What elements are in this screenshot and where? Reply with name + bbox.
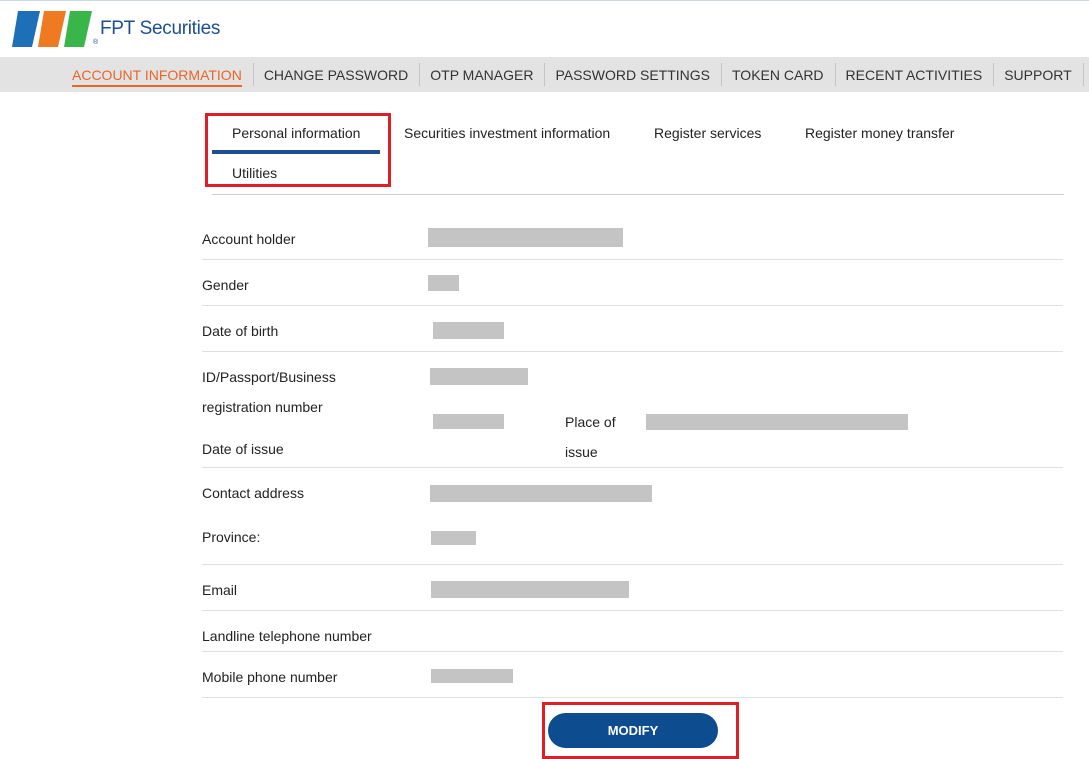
nav-item-recent-activities[interactable]: RECENT ACTIVITIES: [834, 57, 994, 92]
province-value-redacted: [431, 531, 476, 545]
label-place-of-issue-line2: issue: [565, 444, 598, 460]
label-province: Province:: [202, 529, 261, 545]
id-number-value-redacted: [430, 368, 528, 385]
account-holder-value-redacted: [428, 228, 623, 247]
tab-register-services[interactable]: Register services: [654, 125, 761, 141]
label-contact-address: Contact address: [202, 485, 304, 501]
modify-button[interactable]: MODIFY: [548, 713, 718, 748]
label-date-of-birth: Date of birth: [202, 323, 279, 339]
place-of-issue-value-redacted: [646, 414, 908, 430]
top-divider: [0, 0, 1089, 1]
tab-register-money-transfer[interactable]: Register money transfer: [805, 125, 954, 141]
gender-value-redacted: [428, 275, 459, 291]
row-divider: [202, 564, 1063, 565]
registered-mark: ®: [93, 39, 99, 46]
row-divider: [202, 259, 1063, 260]
top-navigation: ACCOUNT INFORMATION CHANGE PASSWORD OTP MA…: [0, 57, 1089, 92]
contact-address-value-redacted: [430, 485, 652, 502]
tab-utilities[interactable]: Utilities: [232, 165, 277, 181]
tab-personal-information[interactable]: Personal information: [232, 125, 360, 141]
row-divider: [202, 351, 1063, 352]
label-date-of-issue: Date of issue: [202, 441, 284, 457]
active-tab-indicator: [212, 150, 380, 154]
label-id-passport-line1: ID/Passport/Business: [202, 369, 336, 385]
row-divider: [202, 467, 1063, 468]
row-divider: [202, 651, 1063, 652]
label-mobile-phone: Mobile phone number: [202, 669, 338, 685]
label-account-holder: Account holder: [202, 231, 296, 247]
brand-logo[interactable]: FPT Securities: [12, 6, 220, 52]
mobile-phone-value-redacted: [431, 669, 513, 683]
row-divider: [202, 697, 1063, 698]
label-email: Email: [202, 582, 238, 598]
info-tabs: Personal information Securities investme…: [212, 115, 1064, 195]
nav-item-feedb[interactable]: FEEDB: [1082, 57, 1089, 92]
label-gender: Gender: [202, 277, 249, 293]
nav-item-change-password[interactable]: CHANGE PASSWORD: [252, 57, 419, 92]
nav-item-account-information[interactable]: ACCOUNT INFORMATION: [61, 57, 253, 92]
nav-item-support[interactable]: SUPPORT: [993, 57, 1082, 92]
email-value-redacted: [431, 581, 629, 598]
nav-item-token-card[interactable]: TOKEN CARD: [721, 57, 835, 92]
row-divider: [202, 610, 1063, 611]
nav-item-password-settings[interactable]: PASSWORD SETTINGS: [544, 57, 721, 92]
row-divider: [202, 305, 1063, 306]
label-place-of-issue-line1: Place of: [565, 414, 616, 430]
date-of-birth-value-redacted: [433, 322, 504, 339]
fpt-logo-icon: [12, 11, 92, 47]
nav-item-otp-manager[interactable]: OTP MANAGER: [419, 57, 544, 92]
tab-securities-investment-information[interactable]: Securities investment information: [404, 125, 610, 141]
nav-list: ACCOUNT INFORMATION CHANGE PASSWORD OTP MA…: [61, 57, 1089, 92]
label-id-passport-line2: registration number: [202, 399, 323, 415]
brand-name: FPT Securities: [100, 18, 221, 39]
date-of-issue-value-redacted: [433, 414, 504, 429]
label-landline-telephone: Landline telephone number: [202, 628, 372, 644]
